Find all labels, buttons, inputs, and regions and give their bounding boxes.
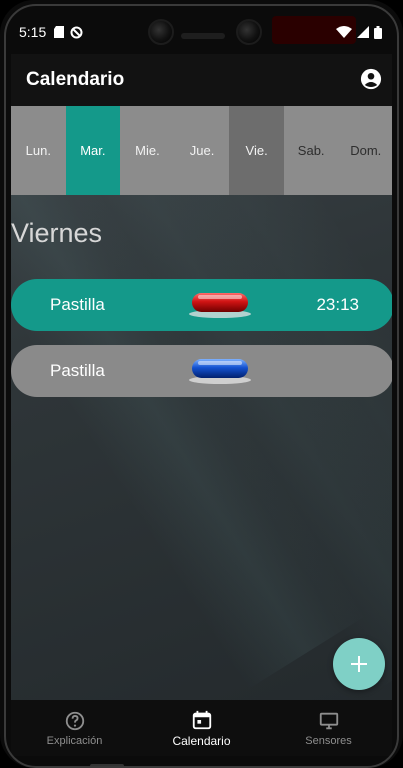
help-circle-icon: [65, 711, 84, 730]
reminder-name: Pastilla: [50, 295, 105, 314]
day-tab-vie[interactable]: Vie.: [229, 106, 284, 195]
day-heading: Viernes: [11, 218, 103, 248]
cell-signal-icon: [357, 26, 369, 38]
reminder-item[interactable]: Pastilla 23:13: [11, 279, 392, 331]
add-reminder-button[interactable]: [333, 638, 385, 690]
nav-calendario[interactable]: Calendario: [138, 700, 265, 756]
day-tab-mar[interactable]: Mar.: [65, 106, 121, 195]
nav-label: Sensores: [305, 734, 352, 747]
day-tab-sab[interactable]: Sab.: [283, 106, 339, 195]
reminder-name: Pastilla: [50, 361, 105, 380]
status-time: 5:15: [19, 24, 47, 40]
app-title: Calendario: [26, 69, 125, 90]
status-bar: 5:15: [11, 14, 392, 50]
day-tab-dom[interactable]: Dom.: [338, 106, 392, 195]
bottom-navigation: Explicación Calendario Sensores: [11, 700, 392, 756]
wifi-icon: [336, 26, 352, 38]
account-circle-icon[interactable]: [360, 68, 382, 90]
red-pill-icon: [189, 293, 251, 318]
day-tab-mie[interactable]: Mie.: [120, 106, 175, 195]
day-tab-jue[interactable]: Jue.: [174, 106, 230, 195]
day-tab-lun[interactable]: Lun.: [11, 106, 66, 195]
sd-card-icon: [54, 26, 65, 38]
nav-sensores[interactable]: Sensores: [265, 700, 392, 756]
reminder-time: 23:13: [316, 295, 359, 314]
nav-label: Explicación: [46, 734, 103, 747]
app-bar: Calendario: [11, 54, 392, 106]
day-selector: Lun. Mar. Mie. Jue. Vie. Sab. Dom.: [11, 106, 392, 195]
blue-pill-icon: [189, 359, 251, 384]
monitor-icon: [319, 712, 338, 729]
calendar-content: Lun. Mar. Mie. Jue. Vie. Sab. Dom. Viern…: [11, 106, 392, 700]
reminder-item[interactable]: Pastilla: [11, 345, 392, 397]
nav-explicacion[interactable]: Explicación: [11, 700, 138, 756]
battery-icon: [374, 25, 382, 39]
do-not-disturb-icon: [70, 26, 83, 38]
calendar-icon: [192, 710, 211, 729]
phone-frame: 5:15 Calendario Lun. Mar. Mie. Jue. Vie.…: [0, 0, 403, 768]
gesture-bar: [90, 764, 124, 768]
nav-label: Calendario: [172, 733, 231, 748]
plus-icon: [351, 656, 367, 672]
